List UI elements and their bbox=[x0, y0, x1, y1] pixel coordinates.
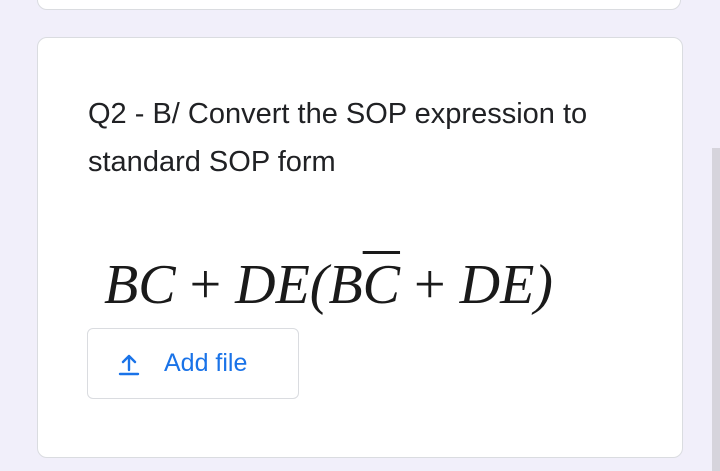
previous-question-card bbox=[37, 0, 681, 10]
formula-plus-1: + bbox=[175, 254, 236, 316]
formula-term-bc: BC bbox=[104, 254, 176, 316]
question-text: Q2 - B/ Convert the SOP expression to st… bbox=[88, 98, 588, 178]
formula-term-de-b: DE(B bbox=[235, 254, 363, 316]
formula-plus-2: + bbox=[400, 254, 460, 316]
question-card: Q2 - B/ Convert the SOP expression to st… bbox=[37, 37, 683, 458]
sop-expression-image: BC + DE(BC + DE) bbox=[104, 253, 553, 317]
formula-term-de: DE) bbox=[459, 254, 553, 316]
upload-icon bbox=[117, 353, 141, 377]
add-file-label: Add file bbox=[164, 349, 248, 377]
page-scrollbar[interactable] bbox=[712, 148, 720, 471]
formula-c-complement: C bbox=[362, 254, 401, 316]
add-file-button[interactable]: Add file bbox=[87, 328, 299, 399]
